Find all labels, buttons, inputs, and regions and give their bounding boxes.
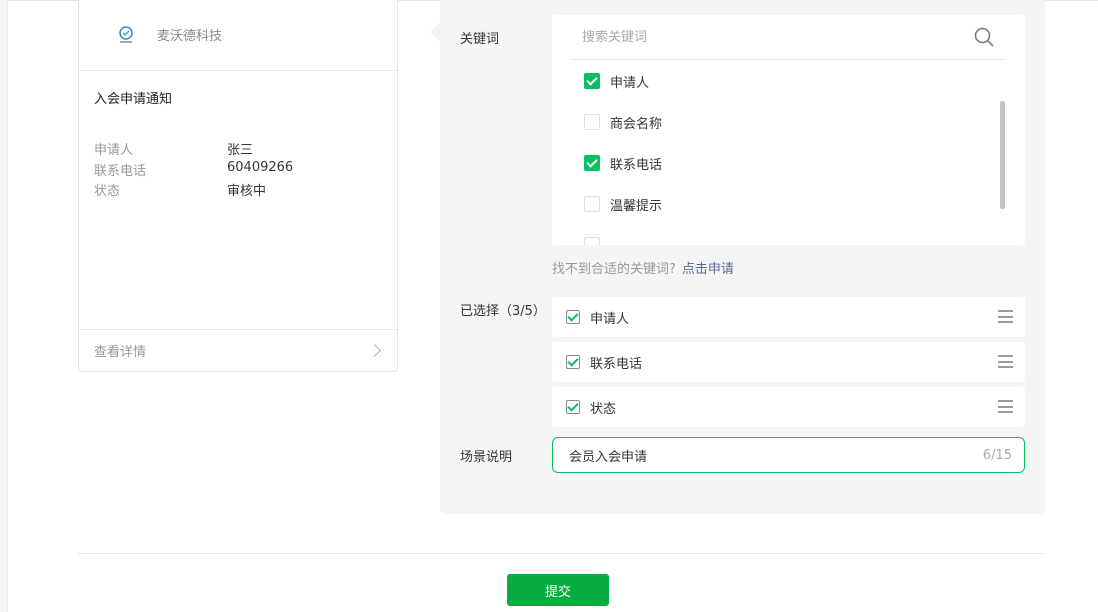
drag-handle-icon[interactable] — [998, 400, 1013, 413]
keyword-option-applicant[interactable]: 申请人 — [584, 71, 649, 91]
field-value-phone: 60409266 — [227, 160, 294, 175]
footer-divider — [78, 553, 1045, 554]
checkbox-checked[interactable] — [584, 73, 600, 89]
field-value-applicant: 张三 — [227, 143, 254, 158]
message-preview-card: 麦沃德科技 入会申请通知 申请人 张三 联系电话 60409266 状态 审核中… — [78, 0, 398, 372]
field-label-phone: 联系电话 — [94, 164, 147, 179]
card-header: 麦沃德科技 — [79, 0, 397, 71]
checkbox-checked[interactable] — [566, 310, 580, 324]
keyword-picker: 申请人 商会名称 联系电话 温馨提示 — [552, 15, 1025, 245]
card-title: 入会申请通知 — [94, 92, 173, 107]
scene-description-field[interactable]: 6/15 — [552, 437, 1025, 473]
checkbox-checked[interactable] — [566, 355, 580, 369]
keyword-search-input[interactable] — [572, 29, 973, 45]
scene-label: 场景说明 — [460, 450, 513, 465]
checkbox-unchecked[interactable] — [584, 196, 600, 212]
keyword-search-row — [572, 15, 1005, 60]
chevron-right-icon — [368, 344, 381, 357]
selected-item-label: 联系电话 — [590, 356, 643, 372]
keyword-option-chamber-name[interactable]: 商会名称 — [584, 112, 662, 132]
apply-keyword-link[interactable]: 点击申请 — [682, 262, 734, 277]
drag-handle-icon[interactable] — [998, 355, 1013, 368]
keyword-option-label: 商会名称 — [610, 116, 663, 132]
keyword-option-label: 申请人 — [610, 75, 650, 91]
keyword-option-partial — [584, 235, 610, 245]
checkbox-unchecked[interactable] — [584, 114, 600, 130]
panel-pointer — [430, 22, 440, 42]
search-icon[interactable] — [973, 26, 995, 48]
keywords-label: 关键词 — [460, 32, 500, 47]
selected-item-phone[interactable]: 联系电话 — [552, 342, 1025, 382]
checkbox-unchecked[interactable] — [584, 237, 600, 245]
left-edge-strip — [0, 0, 8, 612]
field-label-applicant: 申请人 — [94, 143, 134, 158]
checkbox-checked[interactable] — [584, 155, 600, 171]
keyword-option-phone[interactable]: 联系电话 — [584, 153, 662, 173]
view-details-label: 查看详情 — [94, 345, 147, 360]
view-details-link[interactable]: 查看详情 — [79, 329, 397, 371]
selected-item-label: 申请人 — [590, 311, 630, 327]
brand-name: 麦沃德科技 — [157, 29, 223, 44]
selected-item-label: 状态 — [590, 401, 617, 417]
char-counter: 6/15 — [982, 447, 1012, 463]
submit-button[interactable]: 提交 — [507, 574, 609, 606]
keyword-option-label: 温馨提示 — [610, 198, 663, 214]
company-logo-icon — [119, 25, 133, 43]
keyword-option-label: 联系电话 — [610, 157, 663, 173]
checkbox-checked[interactable] — [566, 400, 580, 414]
selected-item-applicant[interactable]: 申请人 — [552, 297, 1025, 337]
keyword-hint-text: 找不到合适的关键词? — [552, 262, 676, 277]
field-value-status: 审核中 — [227, 184, 267, 199]
keyword-hint: 找不到合适的关键词? 点击申请 — [552, 258, 734, 277]
config-panel: 关键词 申请人 商会名称 联系电话 温馨提示 — [440, 0, 1045, 514]
keyword-option-tips[interactable]: 温馨提示 — [584, 194, 662, 214]
drag-handle-icon[interactable] — [998, 310, 1013, 323]
selected-item-status[interactable]: 状态 — [552, 387, 1025, 427]
field-label-status: 状态 — [94, 184, 121, 199]
keyword-list-scrollbar[interactable] — [1000, 101, 1005, 209]
selected-label: 已选择（3/5） — [460, 304, 546, 319]
scene-description-input[interactable] — [569, 447, 983, 463]
